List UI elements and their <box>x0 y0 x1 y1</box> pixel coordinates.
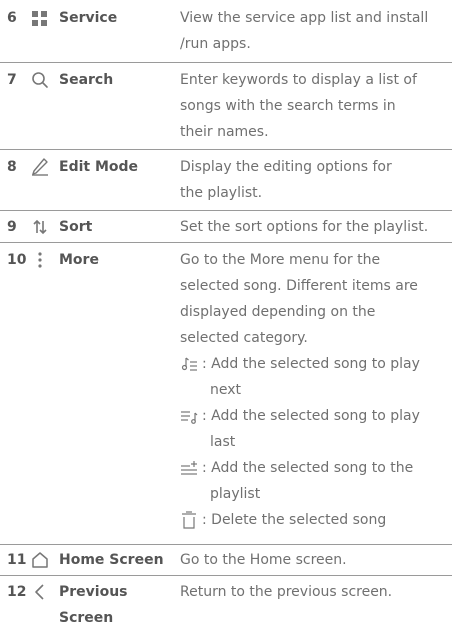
option-item: : Delete the selected song <box>180 507 452 533</box>
option-text: : Delete the selected song <box>202 512 387 528</box>
row-description: Go to the Home screen. <box>180 547 452 573</box>
row-description: Return to the previous screen. <box>180 579 452 605</box>
option-text: : Add the selected song to play <box>202 356 420 372</box>
row-number: 6 <box>7 10 17 26</box>
row-description: Display the editing options for the play… <box>180 154 452 206</box>
option-text-continued: last <box>210 434 236 450</box>
row-divider <box>0 544 452 545</box>
option-text-continued: next <box>210 382 242 398</box>
option-item: : Add the selected song to play <box>180 351 452 377</box>
desc-line: selected song. Different items are <box>180 278 418 294</box>
row-divider <box>0 210 452 211</box>
desc-line: their names. <box>180 124 269 140</box>
home-icon <box>30 550 50 570</box>
row-number: 10 <box>7 252 27 268</box>
desc-line: Display the editing options for <box>180 159 392 175</box>
row-description: Enter keywords to display a list of song… <box>180 67 452 145</box>
row-name: Home Screen <box>59 552 164 568</box>
sort-icon <box>30 217 50 237</box>
row-number: 8 <box>7 159 17 175</box>
row-divider <box>0 149 452 150</box>
desc-line: Enter keywords to display a list of <box>180 72 417 88</box>
desc-line: Go to the Home screen. <box>180 552 347 568</box>
row-name: Previous Screen <box>59 579 171 631</box>
manual-page: 6 Service View the service app list and … <box>0 0 452 640</box>
desc-line: View the service app list and install <box>180 10 429 26</box>
desc-line: Set the sort options for the playlist. <box>180 219 429 235</box>
row-number: 9 <box>7 219 17 235</box>
back-arrow-icon <box>30 582 50 602</box>
desc-line: songs with the search terms in <box>180 98 396 114</box>
option-text: : Add the selected song to play <box>202 408 420 424</box>
row-name: Sort <box>59 219 93 235</box>
grid-icon <box>30 9 50 29</box>
row-divider <box>0 62 452 63</box>
option-item: : Add the selected song to play <box>180 403 452 429</box>
row-description: View the service app list and install /r… <box>180 5 452 57</box>
delete-icon <box>180 511 198 529</box>
row-number: 11 <box>7 552 27 568</box>
row-name-line: Screen <box>59 610 114 626</box>
row-name: More <box>59 252 99 268</box>
row-name: Edit Mode <box>59 159 139 175</box>
more-vertical-icon <box>30 250 50 270</box>
row-divider <box>0 575 452 576</box>
option-item: : Add the selected song to the <box>180 455 452 481</box>
desc-line: /run apps. <box>180 36 251 52</box>
play-last-icon <box>180 407 198 425</box>
option-text: : Add the selected song to the <box>202 460 414 476</box>
row-number: 7 <box>7 72 17 88</box>
search-icon <box>30 70 50 90</box>
pencil-icon <box>30 156 50 176</box>
row-name: Service <box>59 10 118 26</box>
row-description: Set the sort options for the playlist. <box>180 214 452 240</box>
row-description: Go to the More menu for the selected son… <box>180 247 452 533</box>
row-divider <box>0 242 452 243</box>
desc-line: Go to the More menu for the <box>180 252 381 268</box>
desc-line: displayed depending on the <box>180 304 376 320</box>
row-name-line: Previous <box>59 584 128 600</box>
desc-line: selected category. <box>180 330 308 346</box>
row-name: Search <box>59 72 114 88</box>
desc-line: the playlist. <box>180 185 263 201</box>
add-to-playlist-icon <box>180 459 198 477</box>
option-text-continued: playlist <box>210 486 261 502</box>
desc-line: Return to the previous screen. <box>180 584 393 600</box>
row-number: 12 <box>7 584 27 600</box>
play-next-icon <box>180 355 198 373</box>
